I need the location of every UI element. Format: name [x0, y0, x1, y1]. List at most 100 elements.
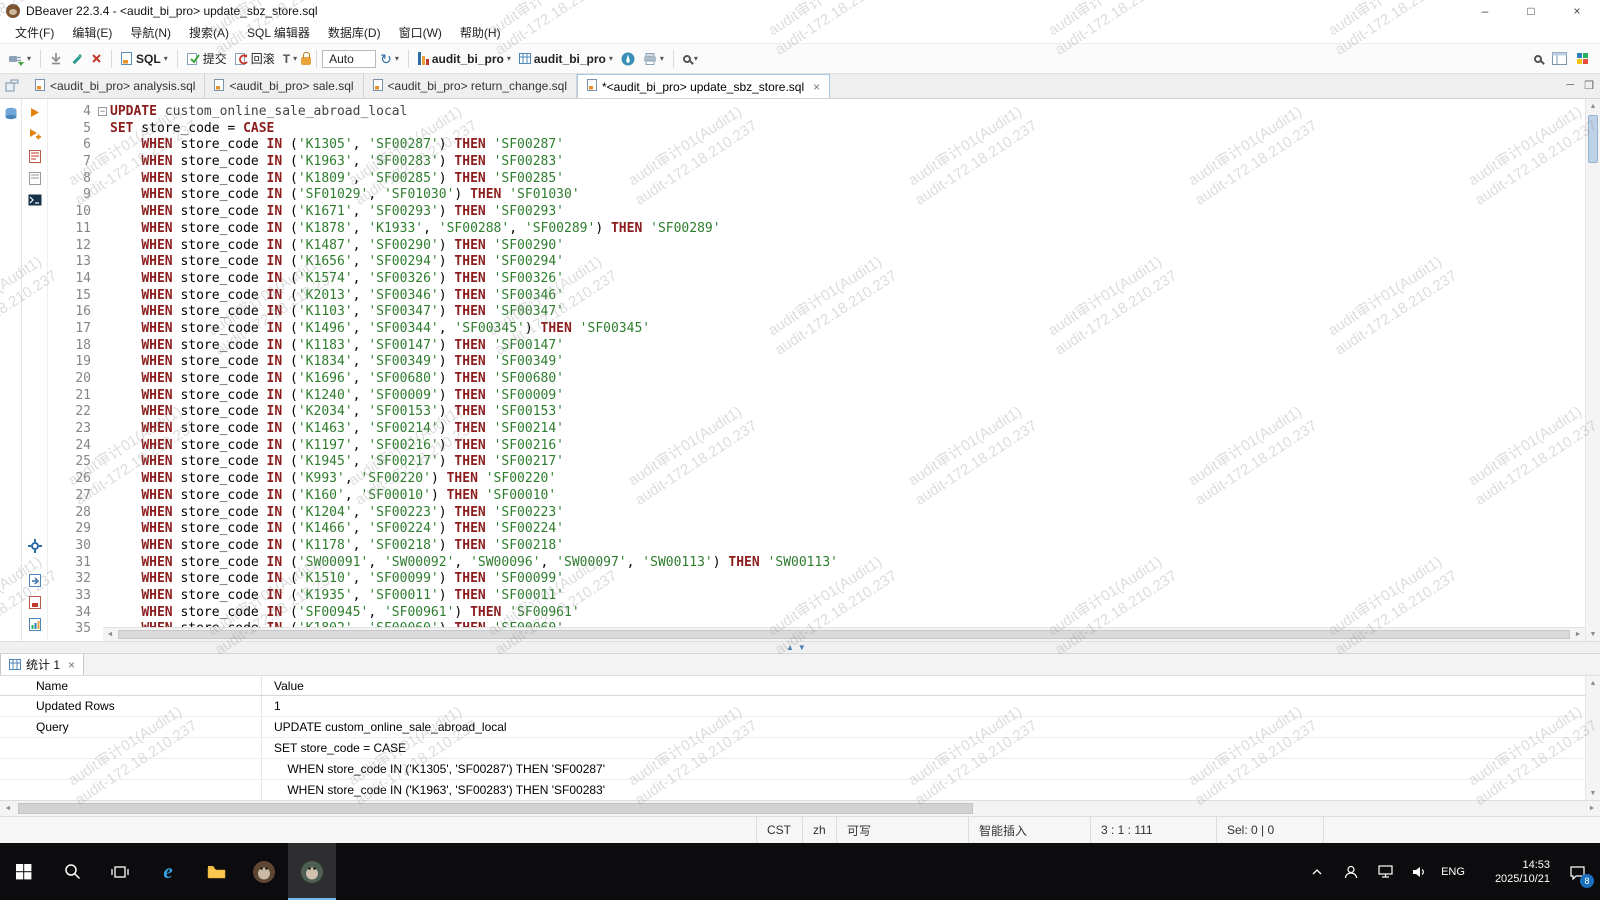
scroll-right-icon[interactable]: ► [1584, 801, 1600, 816]
line-number: 11 [48, 221, 96, 238]
menu-item[interactable]: 文件(F) [6, 22, 63, 43]
execute-script-icon[interactable] [25, 147, 45, 165]
connection-selector[interactable]: audit_bi_pro ▾ [414, 50, 515, 68]
stats-row[interactable]: SET store_code = CASE [0, 738, 1585, 759]
line-number: 29 [48, 521, 96, 538]
sql-editor-button[interactable]: SQL ▾ [117, 50, 172, 68]
compass-icon [621, 52, 635, 66]
tab-close-icon[interactable]: × [68, 658, 75, 672]
transaction-mode-button[interactable]: T ▾ [279, 50, 301, 68]
close-button[interactable]: × [1554, 0, 1600, 22]
rollback-button[interactable]: 回滚 [231, 48, 279, 69]
menu-item[interactable]: 编辑(E) [63, 22, 121, 43]
tray-chevron-up-icon[interactable] [1300, 843, 1334, 900]
tray-network-icon[interactable] [1368, 843, 1402, 900]
export-resultset-icon[interactable] [25, 571, 45, 589]
settings-gear-icon[interactable] [25, 537, 45, 555]
menu-item[interactable]: SQL 编辑器 [238, 22, 319, 43]
commit-mode-select[interactable]: Auto [322, 50, 376, 68]
scroll-right-icon[interactable]: ► [1571, 628, 1585, 641]
delete-button[interactable] [87, 51, 106, 66]
minimize-button[interactable]: – [1462, 0, 1508, 22]
splitter-down-icon[interactable]: ▼ [798, 643, 806, 652]
edit-button[interactable] [66, 50, 87, 67]
dbeaver-taskbar-icon[interactable] [240, 843, 288, 900]
taskbar-search-icon[interactable] [48, 843, 96, 900]
save-script-icon[interactable] [25, 593, 45, 611]
navigate-button[interactable] [617, 50, 639, 68]
database-navigator-icon[interactable] [4, 107, 18, 121]
explain-plan-icon[interactable] [25, 169, 45, 187]
schema-selector[interactable]: audit_bi_pro ▾ [515, 50, 617, 68]
quick-search-icon[interactable] [1534, 55, 1542, 63]
bottom-horizontal-scrollbar[interactable]: ◄ ► [0, 800, 1600, 816]
menu-item[interactable]: 数据库(D) [319, 22, 390, 43]
plug-icon [8, 52, 24, 66]
tab-close-icon[interactable]: × [813, 80, 820, 94]
refresh-button[interactable]: ↻ ▾ [376, 50, 403, 68]
code-line: WHEN store_code IN ('K1496', 'SF00344', … [110, 321, 1585, 338]
action-center-icon[interactable]: 8 [1554, 843, 1600, 900]
new-connection-button[interactable]: ▾ [4, 50, 35, 68]
status-segment: zh [802, 817, 836, 843]
panel-splitter[interactable]: ▲ ▼ [0, 641, 1600, 654]
taskbar-clock[interactable]: 14:53 2025/10/21 [1470, 858, 1554, 886]
scroll-left-icon[interactable]: ◄ [0, 801, 16, 816]
caret-down-icon: ▾ [27, 55, 31, 63]
fold-collapse-icon[interactable]: − [98, 107, 107, 116]
splitter-arrows[interactable]: ▲ ▼ [786, 643, 806, 652]
edge-browser-icon[interactable]: e [144, 843, 192, 900]
task-view-icon[interactable] [96, 843, 144, 900]
vertical-scroll-thumb[interactable] [1588, 115, 1598, 163]
dbeaver-taskbar-icon-active[interactable] [288, 843, 336, 900]
stats-row[interactable]: QueryUPDATE custom_online_sale_abroad_lo… [0, 717, 1585, 738]
horizontal-scroll-thumb[interactable] [18, 803, 973, 814]
stats-row[interactable]: WHEN store_code IN ('K1305', 'SF00287') … [0, 759, 1585, 780]
statistics-tab[interactable]: 统计 1 × [0, 653, 84, 675]
code-area[interactable]: UPDATE custom_online_sale_abroad_localSE… [110, 99, 1585, 641]
toolbar-search-button[interactable]: ▾ [679, 53, 702, 65]
editor-vertical-scrollbar[interactable]: ▲ ▼ [1585, 99, 1600, 641]
menu-item[interactable]: 搜索(A) [180, 22, 238, 43]
stats-row[interactable]: Updated Rows1 [0, 696, 1585, 717]
fetch-button[interactable] [46, 50, 66, 67]
scroll-up-icon[interactable]: ▲ [1586, 99, 1600, 113]
scroll-up-icon[interactable]: ▲ [1586, 676, 1600, 690]
minimize-view-icon[interactable]: ─ [1566, 79, 1574, 92]
scroll-down-icon[interactable]: ▼ [1586, 627, 1600, 641]
editor-tab[interactable]: *<audit_bi_pro> update_sbz_store.sql× [577, 74, 830, 98]
restore-panel-icon[interactable] [5, 79, 19, 97]
open-perspective-icon[interactable] [1552, 52, 1567, 65]
tray-user-icon[interactable] [1334, 843, 1368, 900]
menu-item[interactable]: 导航(N) [121, 22, 180, 43]
tray-volume-icon[interactable] [1402, 843, 1436, 900]
editor-tab[interactable]: <audit_bi_pro> sale.sql [205, 74, 363, 98]
menu-item[interactable]: 窗口(W) [390, 22, 451, 43]
perspective-grid-icon[interactable] [1577, 53, 1588, 64]
fold-column: − [96, 99, 110, 641]
editor-tab[interactable]: <audit_bi_pro> analysis.sql [26, 74, 205, 98]
stats-vertical-scrollbar[interactable]: ▲ ▼ [1585, 676, 1600, 800]
editor-horizontal-scrollbar[interactable]: ◄ ► [103, 627, 1585, 641]
file-explorer-icon[interactable] [192, 843, 240, 900]
maximize-button[interactable]: □ [1508, 0, 1554, 22]
line-number: 10 [48, 204, 96, 221]
script-statistics-icon[interactable] [25, 615, 45, 633]
execute-new-tab-icon[interactable] [25, 125, 45, 143]
execute-statement-icon[interactable] [25, 103, 45, 121]
status-segment: 3 : 1 : 111 [1090, 817, 1216, 843]
splitter-up-icon[interactable]: ▲ [786, 643, 794, 652]
editor-tab[interactable]: <audit_bi_pro> return_change.sql [364, 74, 577, 98]
maximize-view-icon[interactable]: ❒ [1584, 79, 1594, 92]
stats-row[interactable]: WHEN store_code IN ('K1963', 'SF00283') … [0, 780, 1585, 800]
print-button[interactable]: ▾ [639, 51, 668, 67]
start-button[interactable] [0, 843, 48, 900]
menu-item[interactable]: 帮助(H) [451, 22, 510, 43]
scroll-left-icon[interactable]: ◄ [103, 628, 117, 641]
commit-button[interactable]: 提交 [183, 48, 231, 69]
scroll-down-icon[interactable]: ▼ [1586, 786, 1600, 800]
language-indicator[interactable]: ENG [1436, 843, 1470, 900]
sql-console-icon[interactable] [25, 191, 45, 209]
sql-editor[interactable]: 4567891011121314151617181920212223242526… [48, 99, 1585, 641]
horizontal-scroll-thumb[interactable] [118, 630, 1570, 639]
